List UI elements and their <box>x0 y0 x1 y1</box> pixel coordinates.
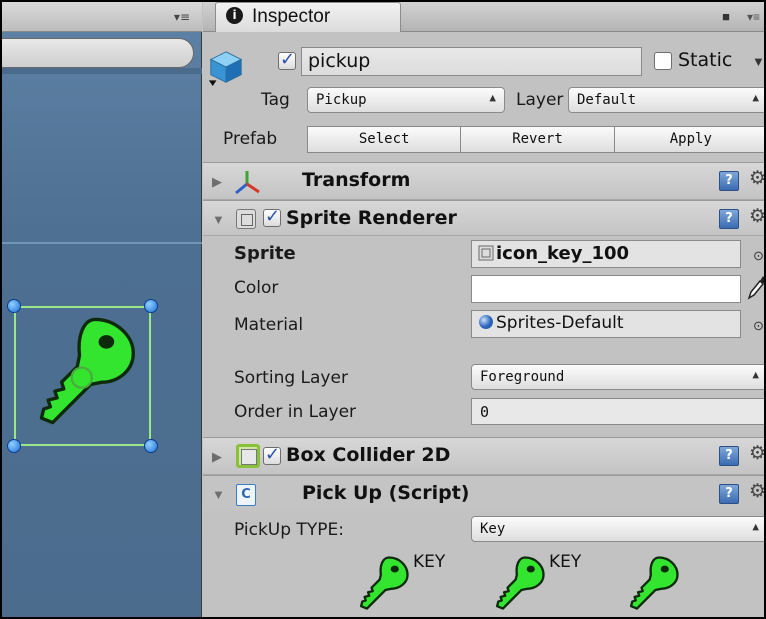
fold-closed-icon[interactable]: ▶ <box>212 449 222 465</box>
pickup-type-dropdown[interactable]: Key ▲ <box>471 516 764 542</box>
active-checkbox[interactable] <box>278 49 296 70</box>
box-collider-header[interactable]: ▶ Box Collider 2D ? ⚙ <box>203 437 764 475</box>
transform-title: Transform <box>302 169 411 191</box>
order-in-layer-value: 0 <box>480 403 490 421</box>
pickup-type-label: PickUp TYPE: <box>234 520 344 540</box>
prefab-revert-button[interactable]: Revert <box>461 127 615 152</box>
dropdown-arrow-icon: ▲ <box>752 520 759 533</box>
sprite-renderer-title: Sprite Renderer <box>286 207 457 229</box>
tag-dropdown[interactable]: Pickup ▲ <box>307 87 505 113</box>
key-preview-label: KEY <box>413 552 446 572</box>
fold-open-icon[interactable]: ▼ <box>212 212 225 227</box>
box-collider-icon <box>236 444 260 468</box>
sorting-layer-dropdown[interactable]: Foreground ▲ <box>471 364 764 390</box>
sorting-layer-value: Foreground <box>480 369 565 385</box>
sprite-renderer-header[interactable]: ▼ Sprite Renderer ? ⚙ <box>203 200 764 236</box>
sprite-renderer-enabled-checkbox[interactable] <box>263 206 281 227</box>
object-picker-icon[interactable]: ⊙ <box>753 248 764 264</box>
editor-window: ▾≡ i Inspector ■ ▾≡ ✓ pickup Static ▼ Ta… <box>0 0 766 619</box>
gear-icon[interactable]: ⚙ <box>749 442 764 465</box>
color-label: Color <box>234 278 279 298</box>
eyedropper-icon[interactable] <box>745 274 766 300</box>
layer-value: Default <box>577 92 637 108</box>
sorting-layer-label: Sorting Layer <box>234 368 348 388</box>
rect-handle-top-left[interactable] <box>7 299 21 313</box>
inspector-panel: i Inspector ■ ▾≡ pickup Static ▼ Tag Pic… <box>203 2 766 617</box>
prefab-apply-button[interactable]: Apply <box>615 127 764 152</box>
object-picker-icon[interactable]: ⊙ <box>753 318 764 334</box>
lock-icon[interactable]: ■ <box>722 9 730 24</box>
scene-view[interactable]: ▾≡ <box>2 2 202 617</box>
prefab-label: Prefab <box>223 129 278 149</box>
prefab-select-button[interactable]: Select <box>308 127 462 152</box>
static-checkbox[interactable] <box>654 52 672 70</box>
material-label: Material <box>234 315 304 335</box>
layer-dropdown[interactable]: Default ▲ <box>568 87 764 113</box>
key-preview-label: KEY <box>549 552 582 572</box>
material-field[interactable]: Sprites-Default <box>471 310 741 338</box>
order-in-layer-label: Order in Layer <box>234 402 357 422</box>
tag-value: Pickup <box>316 92 367 108</box>
dropdown-arrow-icon: ▲ <box>489 91 496 104</box>
dropdown-arrow-icon: ▲ <box>752 91 759 104</box>
sprite-renderer-icon <box>236 209 256 229</box>
help-icon[interactable]: ? <box>719 171 739 191</box>
gear-icon[interactable]: ⚙ <box>749 205 764 228</box>
gear-icon[interactable]: ⚙ <box>749 480 764 503</box>
layer-label: Layer <box>516 90 564 110</box>
static-dropdown-icon[interactable]: ▼ <box>752 54 764 69</box>
name-field[interactable]: pickup <box>301 47 642 76</box>
pickup-type-value: Key <box>480 521 506 537</box>
scene-strip <box>2 68 202 74</box>
scene-toolbar: ▾≡ <box>2 2 202 32</box>
box-collider-enabled-checkbox[interactable] <box>263 444 281 465</box>
dropdown-arrow-icon: ▲ <box>752 368 759 381</box>
rect-handle-bottom-right[interactable] <box>144 439 158 453</box>
help-icon[interactable]: ? <box>719 446 739 466</box>
pickup-script-title: Pick Up (Script) <box>302 482 470 504</box>
scene-search-field[interactable] <box>2 38 194 68</box>
fold-open-icon[interactable]: ▼ <box>212 487 225 502</box>
fold-closed-icon[interactable]: ▶ <box>212 174 222 190</box>
csharp-script-icon: C <box>236 484 256 506</box>
order-in-layer-field[interactable]: 0 <box>471 398 764 425</box>
key-preview-icon <box>629 556 679 610</box>
key-preview-icon <box>495 556 545 610</box>
gameobject-cube-icon[interactable] <box>207 48 245 88</box>
help-icon[interactable]: ? <box>719 484 739 504</box>
key-sprite[interactable] <box>28 314 140 428</box>
inspector-tab-bar: i Inspector ■ ▾≡ <box>203 2 764 32</box>
static-label: Static <box>678 49 733 71</box>
sprite-field[interactable]: icon_key_100 <box>471 240 741 268</box>
key-preview-icon <box>359 556 409 610</box>
sprite-asset-icon <box>478 245 494 261</box>
pickup-script-header[interactable]: ▼ C Pick Up (Script) ? ⚙ <box>203 475 764 511</box>
help-icon[interactable]: ? <box>719 209 739 229</box>
tab-label: Inspector <box>252 6 331 27</box>
gear-icon[interactable]: ⚙ <box>749 167 764 190</box>
transform-header[interactable]: ▶ Transform ? ⚙ <box>203 162 764 200</box>
material-value: Sprites-Default <box>496 313 624 333</box>
color-field[interactable] <box>471 275 741 303</box>
tag-label: Tag <box>261 90 290 110</box>
transform-axes-icon <box>235 171 260 195</box>
rect-handle-bottom-left[interactable] <box>7 439 21 453</box>
scene-grid-line <box>2 242 202 244</box>
rect-handle-top-right[interactable] <box>144 299 158 313</box>
tab-inspector[interactable]: i Inspector <box>215 2 401 32</box>
prefab-button-group: Select Revert Apply <box>307 126 764 153</box>
box-collider-title: Box Collider 2D <box>286 444 451 466</box>
sprite-value: icon_key_100 <box>496 243 630 264</box>
tab-menu-icon[interactable]: ▾≡ <box>747 10 760 24</box>
scene-menu-icon[interactable]: ▾≡ <box>174 10 190 24</box>
info-icon: i <box>226 7 243 24</box>
sprite-label: Sprite <box>234 243 296 264</box>
material-sphere-icon <box>479 315 493 329</box>
